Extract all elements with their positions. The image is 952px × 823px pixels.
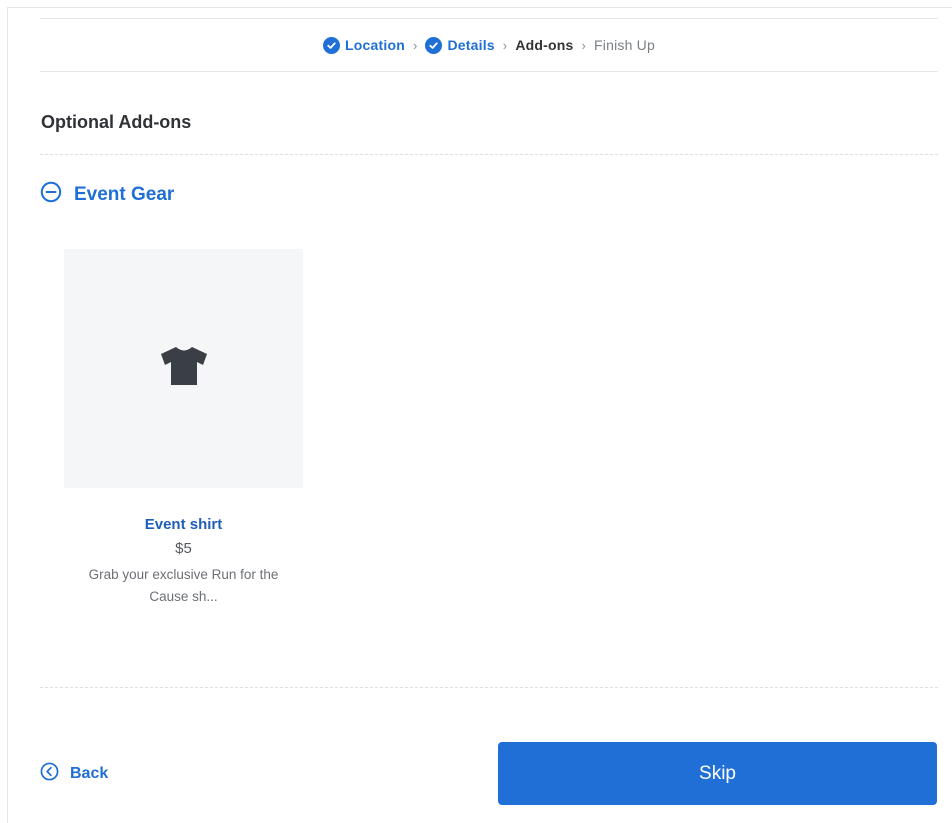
- minus-circle-icon: [40, 181, 62, 208]
- product-price: $5: [175, 540, 192, 557]
- back-label: Back: [70, 765, 109, 782]
- page-title: Optional Add-ons: [41, 112, 192, 132]
- event-gear-toggle[interactable]: Event Gear: [40, 181, 174, 208]
- step-finish-up: Finish Up: [594, 37, 655, 53]
- check-circle-icon: [425, 36, 443, 54]
- step-add-ons: Add-ons: [515, 37, 573, 53]
- step-label: Details: [447, 37, 495, 53]
- step-label: Finish Up: [594, 37, 655, 53]
- product-description: Grab your exclusive Run for the Cause sh…: [88, 567, 279, 604]
- check-circle-icon: [323, 36, 341, 54]
- chevron-right-icon: ›: [502, 37, 508, 53]
- back-button[interactable]: Back: [40, 762, 108, 786]
- chevron-left-circle-icon: [40, 762, 59, 786]
- chevron-right-icon: ›: [581, 37, 587, 53]
- chevron-right-icon: ›: [412, 37, 418, 53]
- step-details[interactable]: Details: [425, 36, 495, 54]
- divider: [40, 687, 938, 688]
- product-image: [64, 249, 303, 488]
- step-label: Location: [345, 37, 405, 53]
- step-label: Add-ons: [515, 37, 574, 53]
- product-card[interactable]: Event shirt $5 Grab your exclusive Run f…: [64, 249, 303, 629]
- divider: [40, 154, 938, 155]
- group-label: Event Gear: [74, 183, 175, 205]
- product-name[interactable]: Event shirt: [64, 516, 303, 533]
- skip-button[interactable]: Skip: [498, 742, 937, 805]
- checkout-stepper: Location › Details › Add-ons › Finish Up: [40, 18, 938, 72]
- tshirt-icon: [160, 346, 208, 391]
- step-location[interactable]: Location: [323, 36, 405, 54]
